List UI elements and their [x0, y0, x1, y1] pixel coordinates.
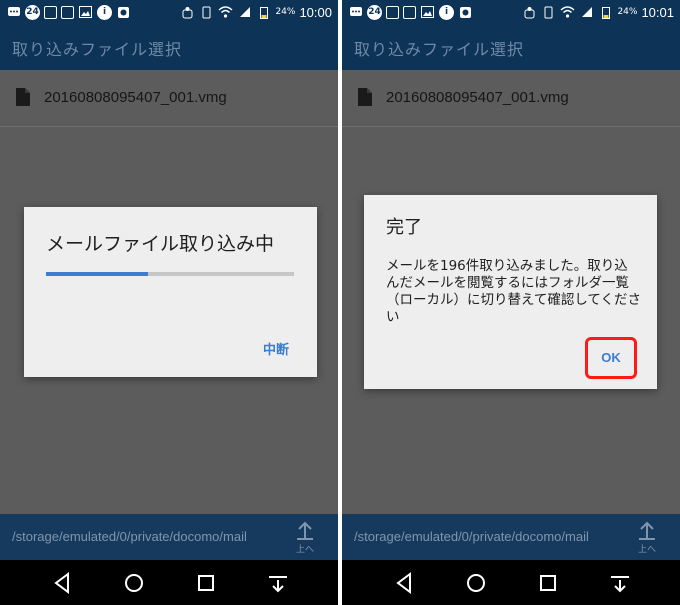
file-list-item[interactable]: 20160808095407_001.vmg: [342, 70, 680, 127]
android-icon: [180, 5, 195, 20]
abort-button[interactable]: 中断: [263, 339, 289, 358]
checkbox-icon: [403, 5, 416, 19]
progress-bar-fill: [46, 272, 148, 276]
up-label: 上へ: [637, 545, 656, 555]
path-bar: /storage/emulated/0/private/docomo/mail …: [342, 514, 680, 560]
wifi-icon: [218, 5, 233, 20]
badge-icon: 24: [367, 4, 382, 20]
up-arrow-icon: [297, 521, 313, 540]
file-icon: [16, 88, 30, 106]
phone-screen-left: 24 i 24% 10:00 取り込みファイル選択 20160808095407…: [0, 0, 338, 605]
image-icon: [420, 5, 435, 20]
import-progress-dialog: メールファイル取り込み中 中断: [24, 207, 317, 377]
vibrate-icon: [199, 5, 214, 20]
checkbox-icon: [386, 5, 399, 19]
path-bar: /storage/emulated/0/private/docomo/mail …: [0, 514, 338, 560]
navigation-bar: [342, 560, 680, 605]
current-path: /storage/emulated/0/private/docomo/mail: [12, 529, 247, 544]
home-icon[interactable]: [462, 569, 490, 597]
clock: 10:00: [299, 4, 332, 20]
navigation-bar: [0, 560, 338, 605]
app-icon: [458, 5, 473, 20]
message-icon: [348, 5, 363, 20]
menu-icon[interactable]: [606, 569, 634, 597]
vibrate-icon: [541, 5, 556, 20]
dialog-message: メールを196件取り込みました。取り込んだメールを閲覧するにはフォルダ一覧（ロー…: [386, 258, 642, 325]
signal-icon: [579, 5, 594, 20]
phone-screen-right: 24 i 24% 10:01 取り込みファイル選択 20160808095407…: [342, 0, 680, 605]
app-bar: 取り込みファイル選択: [342, 24, 680, 70]
file-list-item[interactable]: 20160808095407_001.vmg: [0, 70, 338, 127]
app-title: 取り込みファイル選択: [354, 42, 525, 59]
badge-count: 24: [26, 7, 39, 17]
home-icon[interactable]: [120, 569, 148, 597]
battery-percent: 24%: [275, 7, 296, 17]
badge-icon: 24: [25, 4, 40, 20]
dialog-title: メールファイル取り込み中: [46, 233, 275, 255]
recents-icon[interactable]: [534, 569, 562, 597]
file-name: 20160808095407_001.vmg: [386, 89, 569, 106]
info-icon: i: [97, 4, 112, 20]
dialog-title: 完了: [386, 217, 422, 238]
checkbox-icon: [44, 5, 57, 19]
status-bar: 24 i: [342, 0, 680, 24]
up-arrow-icon: [639, 521, 655, 540]
badge-count: 24: [368, 7, 381, 17]
progress-bar: [46, 272, 294, 276]
clock: 10:01: [641, 4, 674, 20]
up-button[interactable]: 上へ: [632, 520, 662, 556]
android-icon: [522, 5, 537, 20]
up-button[interactable]: 上へ: [290, 520, 320, 556]
status-bar: 24 i: [0, 0, 338, 24]
message-icon: [6, 5, 21, 20]
image-icon: [78, 5, 93, 20]
import-complete-dialog: 完了 メールを196件取り込みました。取り込んだメールを閲覧するにはフォルダ一覧…: [364, 195, 657, 389]
battery-icon: [256, 5, 271, 20]
battery-percent: 24%: [617, 7, 638, 17]
recents-icon[interactable]: [192, 569, 220, 597]
app-title: 取り込みファイル選択: [12, 42, 183, 59]
menu-icon[interactable]: [264, 569, 292, 597]
wifi-icon: [560, 5, 575, 20]
info-icon: i: [439, 4, 454, 20]
app-icon: [116, 5, 131, 20]
ok-button[interactable]: OK: [588, 340, 634, 376]
back-icon[interactable]: [390, 569, 418, 597]
file-icon: [358, 88, 372, 106]
app-bar: 取り込みファイル選択: [0, 24, 338, 70]
file-name: 20160808095407_001.vmg: [44, 89, 227, 106]
current-path: /storage/emulated/0/private/docomo/mail: [354, 529, 589, 544]
up-label: 上へ: [295, 545, 314, 555]
signal-icon: [237, 5, 252, 20]
back-icon[interactable]: [48, 569, 76, 597]
battery-icon: [598, 5, 613, 20]
checkbox-icon: [61, 5, 74, 19]
ok-highlight-outline: OK: [585, 337, 637, 379]
